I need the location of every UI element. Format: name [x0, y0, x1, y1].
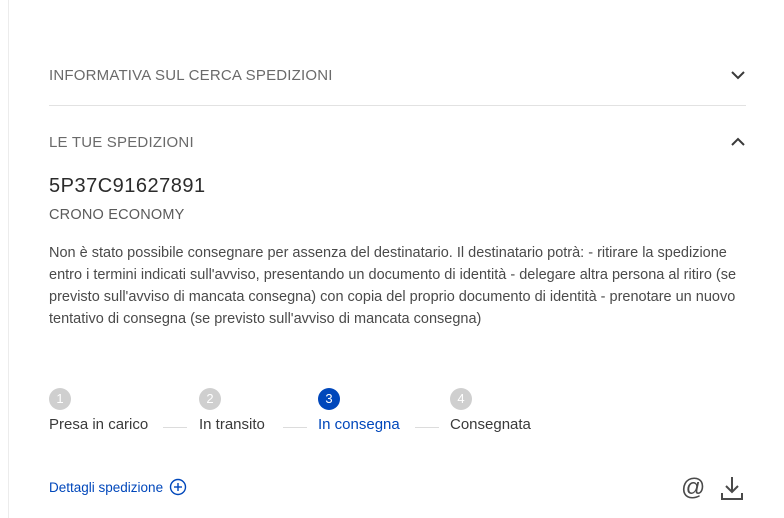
accordion-info-title: INFORMATIVA SUL CERCA SPEDIZIONI — [49, 66, 333, 84]
step-consegnata: 4 Consegnata — [450, 388, 531, 433]
step-number: 2 — [199, 388, 221, 410]
accordion-info-header[interactable]: INFORMATIVA SUL CERCA SPEDIZIONI — [49, 64, 746, 86]
accordion-shipments-title: LE TUE SPEDIZIONI — [49, 133, 194, 151]
step-presa-in-carico: 1 Presa in carico — [49, 388, 148, 433]
details-link[interactable]: Dettagli spedizione — [49, 478, 187, 496]
plus-circle-icon[interactable] — [169, 478, 187, 496]
shipment-status-message: Non è stato possibile consegnare per ass… — [49, 245, 737, 327]
step-label: In transito — [199, 416, 265, 433]
step-label: In consegna — [318, 416, 400, 433]
at-icon[interactable]: @ — [681, 474, 705, 502]
step-number: 4 — [450, 388, 472, 410]
step-in-transito: 2 In transito — [199, 388, 265, 433]
step-connector — [283, 427, 307, 428]
step-label: Presa in carico — [49, 416, 149, 433]
step-in-consegna: 3 In consegna — [318, 388, 400, 433]
step-connector — [415, 427, 439, 428]
action-icons: @ — [681, 474, 745, 502]
details-link-label: Dettagli spedizione — [49, 479, 164, 495]
left-border — [8, 0, 9, 518]
progress-steps: 1 Presa in carico 2 In transito 3 In con… — [49, 388, 746, 438]
step-number: 1 — [49, 388, 71, 410]
tracking-code: 5P37C91627891 — [49, 175, 206, 197]
accordion-shipments-header[interactable]: LE TUE SPEDIZIONI — [49, 131, 746, 153]
step-label: Consegnata — [450, 416, 531, 433]
divider — [49, 105, 746, 106]
chevron-up-icon[interactable] — [730, 134, 746, 150]
download-icon[interactable] — [719, 474, 745, 502]
service-name: CRONO ECONOMY — [49, 207, 185, 223]
step-connector — [163, 427, 187, 428]
chevron-down-icon[interactable] — [730, 67, 746, 83]
step-number: 3 — [318, 388, 340, 410]
